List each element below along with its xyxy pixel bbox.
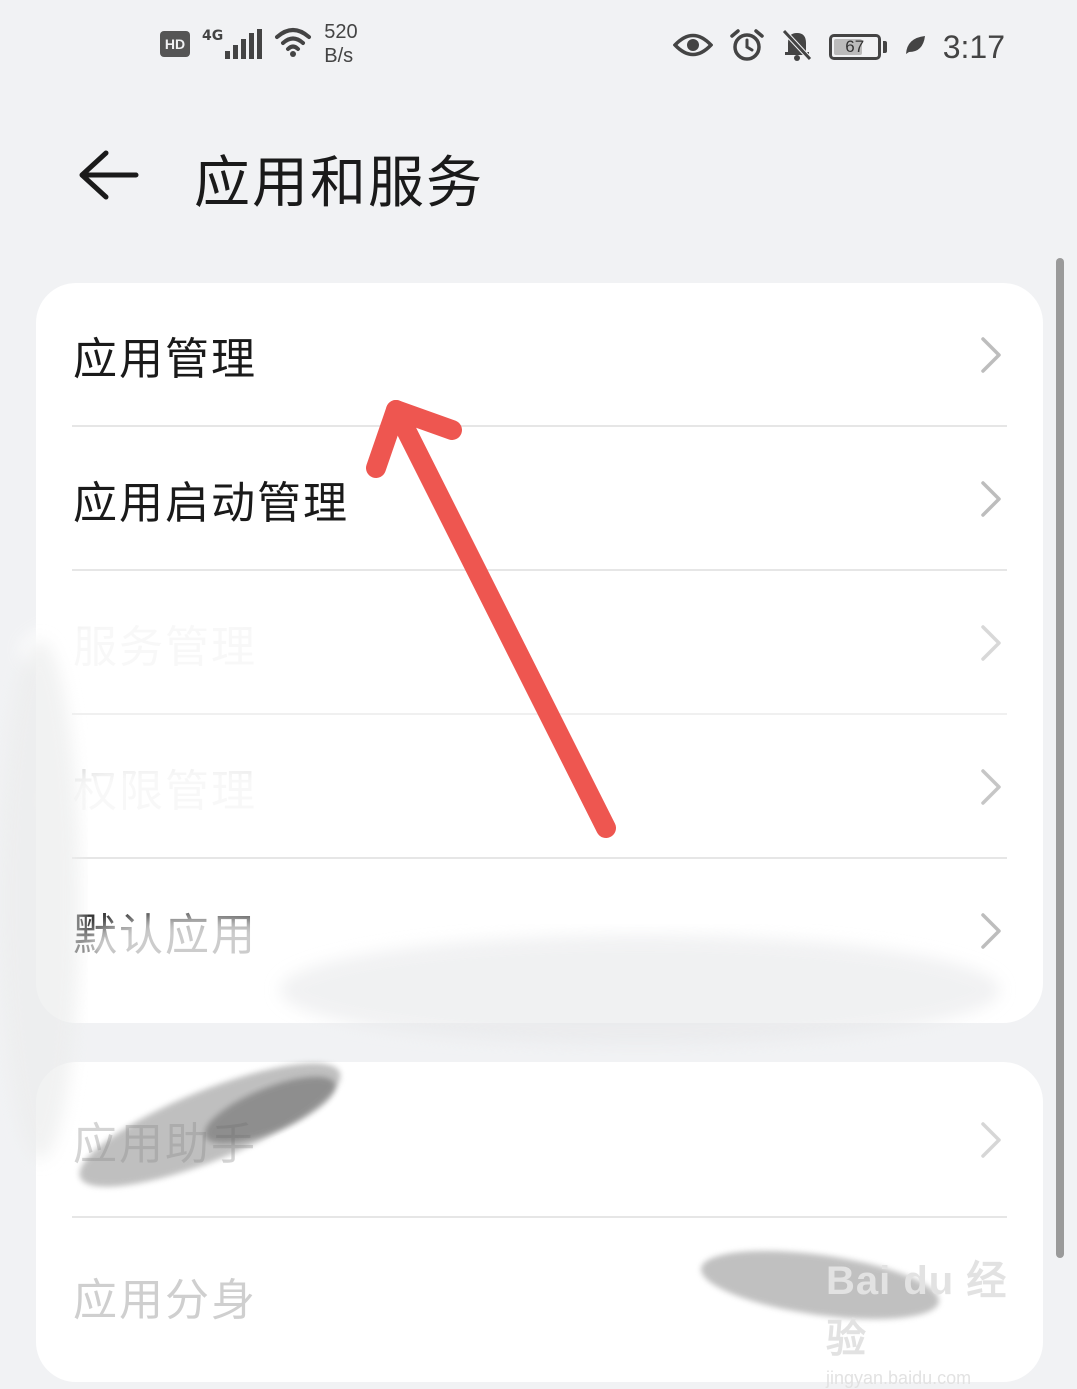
status-left: HD 4G 520 B/s bbox=[160, 20, 358, 68]
chevron-right-icon bbox=[981, 481, 1001, 517]
list-item-label: 应用助手 bbox=[73, 1119, 257, 1170]
hd-badge: HD bbox=[160, 31, 190, 57]
baidu-watermark: Bai du 经验 jingyan.baidu.com bbox=[826, 1248, 1026, 1388]
list-item-label: 服务管理 bbox=[73, 622, 257, 673]
back-button[interactable] bbox=[70, 142, 146, 208]
chevron-right-icon bbox=[981, 1122, 1001, 1158]
settings-section-app-management: 应用管理 应用启动管理 服务管理 权限管理 默认应用 bbox=[36, 283, 1043, 1023]
list-item-app-management[interactable]: 应用管理 bbox=[36, 283, 1043, 427]
watermark-logo: Bai du 经验 bbox=[826, 1259, 1008, 1361]
chevron-right-icon bbox=[981, 769, 1001, 805]
list-item-label: 应用启动管理 bbox=[73, 478, 349, 529]
chevron-right-icon bbox=[981, 337, 1001, 373]
scrollbar[interactable] bbox=[1056, 258, 1064, 1258]
list-item-app-launch-management[interactable]: 应用启动管理 bbox=[36, 427, 1043, 571]
signal-strength-icon bbox=[225, 29, 263, 59]
page-title: 应用和服务 bbox=[194, 151, 484, 216]
chevron-right-icon bbox=[981, 625, 1001, 661]
list-item-label: 权限管理 bbox=[73, 766, 257, 817]
list-item-label: 应用管理 bbox=[73, 334, 257, 385]
status-right: 67 3:17 bbox=[672, 28, 1005, 66]
eye-comfort-icon bbox=[672, 32, 714, 62]
list-item-service-management[interactable]: 服务管理 bbox=[36, 571, 1043, 715]
watermark-url: jingyan.baidu.com bbox=[826, 1368, 972, 1388]
clock-time: 3:17 bbox=[942, 28, 1005, 65]
battery-tip bbox=[882, 41, 887, 53]
list-item-label: 默认应用 bbox=[73, 910, 257, 961]
network-speed-unit: B/s bbox=[324, 45, 354, 67]
list-item-default-apps[interactable]: 默认应用 bbox=[36, 859, 1043, 1003]
page-header: 应用和服务 bbox=[0, 120, 1077, 240]
network-speed-value: 520 bbox=[324, 21, 358, 43]
back-arrow-icon bbox=[79, 150, 139, 200]
wifi-icon bbox=[274, 26, 312, 62]
network-speed: 520 B/s bbox=[324, 20, 357, 68]
power-saving-leaf-icon bbox=[903, 33, 927, 61]
chevron-right-icon bbox=[981, 913, 1001, 949]
battery-icon: 67 bbox=[828, 34, 881, 60]
list-item-app-assistant[interactable]: 应用助手 bbox=[36, 1062, 1043, 1218]
list-item-label: 应用分身 bbox=[73, 1275, 257, 1326]
alarm-icon bbox=[729, 28, 765, 66]
status-bar: HD 4G 520 B/s 67 3:17 bbox=[0, 0, 1077, 100]
network-type-label: 4G bbox=[202, 28, 224, 44]
list-item-permission-management[interactable]: 权限管理 bbox=[36, 715, 1043, 859]
battery-level: 67 bbox=[845, 37, 865, 56]
mute-icon bbox=[781, 28, 813, 66]
